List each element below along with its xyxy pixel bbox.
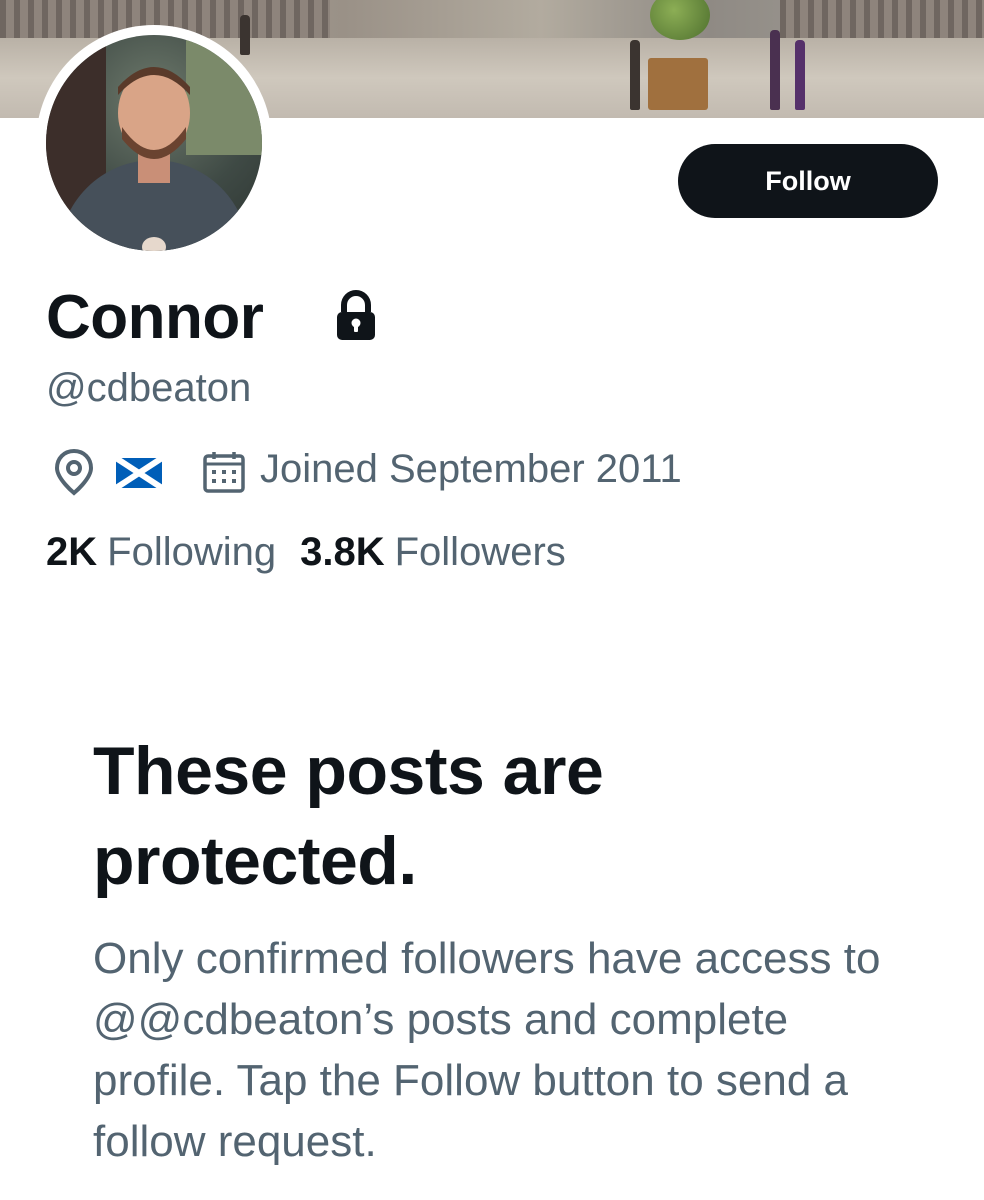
profile-display-name: Connor	[46, 283, 264, 352]
avatar-person-illustration	[46, 35, 262, 251]
follow-button[interactable]: Follow	[678, 144, 938, 218]
calendar-icon	[203, 452, 245, 493]
following-link[interactable]: 2K Following	[46, 530, 276, 574]
banner-person	[770, 30, 780, 110]
followers-link[interactable]: 3.8K Followers	[300, 530, 566, 574]
joined-date: Joined September 2011	[260, 447, 682, 491]
banner-person	[240, 15, 250, 55]
lock-icon	[337, 290, 375, 340]
scotland-flag-icon	[116, 458, 162, 488]
profile-handle: @cdbeaton	[46, 366, 252, 410]
location-pin-icon	[54, 448, 94, 496]
following-count: 2K	[46, 530, 98, 574]
banner-person	[630, 40, 640, 110]
protected-notice-body: Only confirmed followers have access to …	[93, 934, 881, 1166]
banner-tree	[650, 0, 710, 40]
protected-notice-title: These posts are protected.	[93, 733, 604, 899]
profile-avatar[interactable]	[36, 25, 272, 261]
avatar-photo	[46, 35, 262, 251]
followers-count: 3.8K	[300, 530, 385, 574]
following-label: Following	[107, 530, 277, 574]
profile-stats: 2K Following 3.8K Followers	[46, 530, 566, 575]
banner-planter	[648, 58, 708, 110]
followers-label: Followers	[394, 530, 566, 574]
banner-person	[795, 40, 805, 110]
